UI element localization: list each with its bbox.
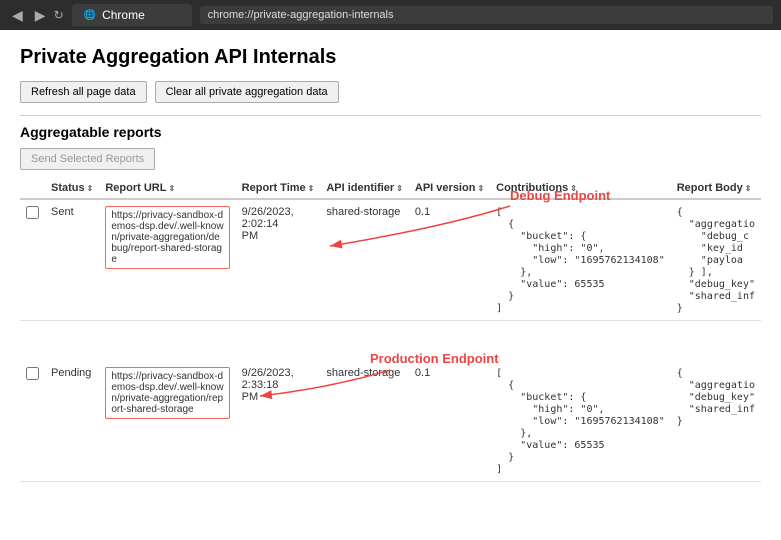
- row2-url: https://privacy-sandbox-demos-dsp.dev/.w…: [105, 367, 229, 419]
- row1-contributions: [ { "bucket": { "high": "0", "low": "169…: [490, 199, 671, 321]
- action-buttons: Refresh all page data Clear all private …: [20, 81, 761, 103]
- nav-buttons[interactable]: ◀ ▶ ↻: [8, 5, 64, 26]
- row1-api-version: 0.1: [409, 199, 490, 321]
- row1-report-body: { "aggregatio "debug_c "key_id "payloa }…: [671, 199, 761, 321]
- page-title: Private Aggregation API Internals: [20, 46, 761, 69]
- table-row: Pending https://privacy-sandbox-demos-ds…: [20, 361, 761, 482]
- col-contributions[interactable]: Contributions ⇕: [490, 178, 671, 199]
- page-content: Private Aggregation API Internals Refres…: [0, 30, 781, 498]
- row1-url-cell: https://privacy-sandbox-demos-dsp.dev/.w…: [99, 199, 235, 321]
- row2-contributions: [ { "bucket": { "high": "0", "low": "169…: [490, 361, 671, 482]
- refresh-page-button[interactable]: Refresh all page data: [20, 81, 147, 103]
- col-status[interactable]: Status ⇕: [45, 178, 99, 199]
- row1-checkbox[interactable]: [26, 206, 39, 219]
- tab-title: Chrome: [102, 8, 145, 22]
- col-report-url[interactable]: Report URL ⇕: [99, 178, 235, 199]
- row2-url-cell: https://privacy-sandbox-demos-dsp.dev/.w…: [99, 361, 235, 482]
- row1-url: https://privacy-sandbox-demos-dsp.dev/.w…: [105, 206, 229, 269]
- url-sort-icon[interactable]: ⇕: [168, 184, 175, 193]
- table-header-row: Status ⇕ Report URL ⇕ Report Time: [20, 178, 761, 199]
- col-checkbox: [20, 178, 45, 199]
- col-report-time[interactable]: Report Time ⇕: [236, 178, 321, 199]
- contributions-sort-icon[interactable]: ⇕: [570, 184, 577, 193]
- time-sort-icon[interactable]: ⇕: [308, 184, 315, 193]
- send-selected-button[interactable]: Send Selected Reports: [20, 148, 155, 170]
- annotation-spacer-row: [20, 321, 761, 361]
- clear-data-button[interactable]: Clear all private aggregation data: [155, 81, 339, 103]
- row1-time: 9/26/2023, 2:02:14 PM: [236, 199, 321, 321]
- tab-icon: 🌐: [84, 10, 96, 21]
- row2-checkbox[interactable]: [26, 367, 39, 380]
- reports-table: Status ⇕ Report URL ⇕ Report Time: [20, 178, 761, 482]
- api-version-sort-icon[interactable]: ⇕: [477, 184, 484, 193]
- browser-tab[interactable]: 🌐 Chrome: [72, 4, 192, 26]
- reports-table-wrapper: Debug Endpoint Production Endpoint: [20, 178, 761, 482]
- row2-api-version: 0.1: [409, 361, 490, 482]
- api-id-sort-icon[interactable]: ⇕: [396, 184, 403, 193]
- browser-chrome: ◀ ▶ ↻ 🌐 Chrome chrome://private-aggregat…: [0, 0, 781, 30]
- forward-button[interactable]: ▶: [31, 5, 50, 26]
- status-sort-icon[interactable]: ⇕: [87, 184, 94, 193]
- row1-status: Sent: [45, 199, 99, 321]
- section-divider: [20, 115, 761, 116]
- address-bar[interactable]: chrome://private-aggregation-internals: [200, 6, 773, 24]
- row1-checkbox-cell[interactable]: [20, 199, 45, 321]
- col-api-id[interactable]: API identifier ⇕: [320, 178, 409, 199]
- table-row: Sent https://privacy-sandbox-demos-dsp.d…: [20, 199, 761, 321]
- row2-time: 9/26/2023, 2:33:18 PM: [236, 361, 321, 482]
- col-api-version[interactable]: API version ⇕: [409, 178, 490, 199]
- section-title: Aggregatable reports: [20, 124, 761, 140]
- back-button[interactable]: ◀: [8, 5, 27, 26]
- row2-checkbox-cell[interactable]: [20, 361, 45, 482]
- report-body-sort-icon[interactable]: ⇕: [745, 184, 752, 193]
- browser-refresh-button[interactable]: ↻: [54, 8, 64, 22]
- row2-api-id: shared-storage: [320, 361, 409, 482]
- row1-api-id: shared-storage: [320, 199, 409, 321]
- row2-status: Pending: [45, 361, 99, 482]
- row2-report-body: { "aggregatio "debug_key" "shared_inf }: [671, 361, 761, 482]
- col-report-body[interactable]: Report Body ⇕: [671, 178, 761, 199]
